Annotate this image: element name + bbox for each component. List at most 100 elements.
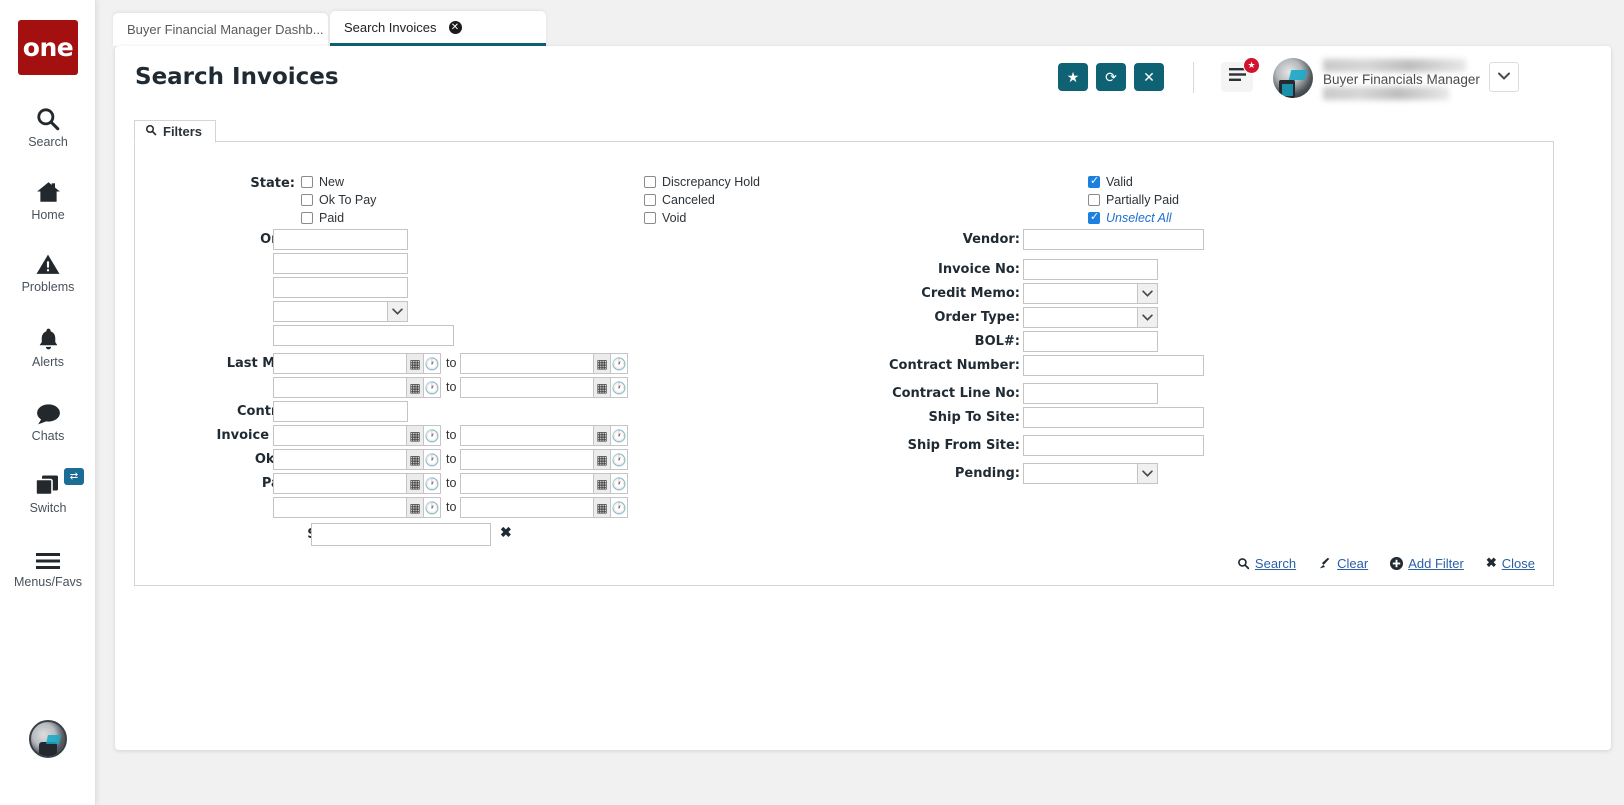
input-last-modified-date-from[interactable] <box>273 353 407 374</box>
input-ok-to-pay-date-to[interactable] <box>460 449 594 470</box>
checkbox-canceled[interactable]: Canceled <box>644 193 715 207</box>
clear-x-icon[interactable]: ✖ <box>500 524 512 541</box>
favorite-button[interactable]: ★ <box>1058 63 1088 91</box>
checkbox-box[interactable] <box>644 176 656 188</box>
app-logo[interactable]: one <box>18 20 78 75</box>
calendar-icon[interactable]: ▦ <box>407 425 424 446</box>
checkbox-new[interactable]: New <box>301 175 344 189</box>
select-order-type[interactable] <box>1023 307 1158 328</box>
clock-icon[interactable]: 🕐 <box>611 377 628 398</box>
calendar-icon[interactable]: ▦ <box>594 449 611 470</box>
input-last-modified-date-to[interactable] <box>460 353 594 374</box>
search-action[interactable]: Search <box>1237 556 1296 571</box>
rail-item-chats[interactable]: Chats <box>0 394 96 443</box>
clear-action[interactable]: Clear <box>1318 556 1368 571</box>
refresh-button[interactable]: ⟳ <box>1096 63 1126 91</box>
rail-item-search[interactable]: Search <box>0 100 96 149</box>
tab-buyer-financial-manager-dashboard[interactable]: Buyer Financial Manager Dashb... ✕ <box>113 13 328 46</box>
checkbox-box[interactable] <box>644 212 656 224</box>
checkbox-valid[interactable]: Valid <box>1088 175 1133 189</box>
clock-icon[interactable]: 🕐 <box>424 449 441 470</box>
clock-icon[interactable]: 🕐 <box>611 425 628 446</box>
unselect-all-toggle[interactable]: Unselect All <box>1088 211 1172 225</box>
checkbox-ok-to-pay[interactable]: Ok To Pay <box>301 193 376 207</box>
input-payment-date-from[interactable] <box>273 473 407 494</box>
rail-item-alerts[interactable]: Alerts <box>0 320 96 369</box>
clock-icon[interactable]: 🕐 <box>611 473 628 494</box>
checkbox-box[interactable] <box>644 194 656 206</box>
checkbox-box[interactable] <box>301 194 313 206</box>
input-order-number[interactable] <box>273 229 408 250</box>
input-invoice-date-from[interactable] <box>273 497 407 518</box>
calendar-icon[interactable]: ▦ <box>594 425 611 446</box>
select-invoice-type[interactable] <box>273 301 408 322</box>
input-due-date-from[interactable] <box>273 377 407 398</box>
calendar-icon[interactable]: ▦ <box>407 353 424 374</box>
tab-close-icon[interactable]: ✕ <box>449 21 462 34</box>
calendar-icon[interactable]: ▦ <box>594 473 611 494</box>
input-contract-number[interactable] <box>1023 355 1204 376</box>
clock-icon[interactable]: 🕐 <box>611 353 628 374</box>
close-button[interactable]: ✕ <box>1134 63 1164 91</box>
input-invoice-no[interactable] <box>1023 259 1158 280</box>
input-invoice-submit-date-from[interactable] <box>273 425 407 446</box>
clock-icon[interactable]: 🕐 <box>611 497 628 518</box>
input-bol-number[interactable] <box>1023 331 1158 352</box>
input-contract-term-no[interactable] <box>273 401 408 422</box>
calendar-icon[interactable]: ▦ <box>407 473 424 494</box>
star-badge-icon[interactable]: ★ <box>1243 57 1260 74</box>
rail-item-home[interactable]: Home <box>0 173 96 222</box>
rail-item-menus-favs[interactable]: Menus/Favs <box>0 540 96 589</box>
clock-icon[interactable]: 🕐 <box>424 377 441 398</box>
user-menu-dropdown[interactable] <box>1489 62 1519 92</box>
rail-item-problems[interactable]: Problems <box>0 245 96 294</box>
clock-icon[interactable]: 🕐 <box>424 497 441 518</box>
calendar-icon[interactable]: ▦ <box>594 497 611 518</box>
select-credit-memo[interactable] <box>1023 283 1158 304</box>
filters-tab[interactable]: Filters <box>134 120 216 143</box>
input-due-date-to[interactable] <box>460 377 594 398</box>
checkbox-paid[interactable]: Paid <box>301 211 344 225</box>
input-voucher-no[interactable] <box>273 253 408 274</box>
input-ship-to-site[interactable] <box>1023 407 1204 428</box>
checkbox-box[interactable] <box>1088 212 1100 224</box>
input-item[interactable] <box>273 325 454 346</box>
checkbox-box[interactable] <box>1088 194 1100 206</box>
add-filter-action[interactable]: Add Filter <box>1390 556 1464 571</box>
calendar-icon[interactable]: ▦ <box>594 377 611 398</box>
swap-arrows-icon[interactable]: ⇄ <box>64 468 84 485</box>
input-ap-code[interactable] <box>273 277 408 298</box>
input-vendor[interactable] <box>1023 229 1204 250</box>
clock-icon[interactable]: 🕐 <box>424 353 441 374</box>
chevron-down-icon[interactable] <box>1137 284 1157 303</box>
close-action[interactable]: ✖ Close <box>1486 555 1535 571</box>
rail-user-avatar[interactable] <box>29 720 67 758</box>
checkbox-box[interactable] <box>1088 176 1100 188</box>
chevron-down-icon[interactable] <box>387 302 407 321</box>
input-invoice-submit-date-to[interactable] <box>460 425 594 446</box>
clock-icon[interactable]: 🕐 <box>424 425 441 446</box>
calendar-icon[interactable]: ▦ <box>594 353 611 374</box>
input-ship-from-site[interactable] <box>1023 435 1204 456</box>
checkbox-box[interactable] <box>301 212 313 224</box>
checkbox-partially-paid[interactable]: Partially Paid <box>1088 193 1179 207</box>
calendar-icon[interactable]: ▦ <box>407 377 424 398</box>
rail-item-switch[interactable]: ⇄ Switch <box>0 466 96 515</box>
select-pending[interactable] <box>1023 463 1158 484</box>
clock-icon[interactable]: 🕐 <box>424 473 441 494</box>
input-contract-line-no[interactable] <box>1023 383 1158 404</box>
calendar-icon[interactable]: ▦ <box>407 449 424 470</box>
checkbox-void[interactable]: Void <box>644 211 686 225</box>
checkbox-box[interactable] <box>301 176 313 188</box>
input-invoice-date-to[interactable] <box>460 497 594 518</box>
clock-icon[interactable]: 🕐 <box>611 449 628 470</box>
tab-search-invoices[interactable]: Search Invoices ✕ <box>330 11 546 46</box>
input-payment-date-to[interactable] <box>460 473 594 494</box>
calendar-icon[interactable]: ▦ <box>407 497 424 518</box>
input-ok-to-pay-date-from[interactable] <box>273 449 407 470</box>
chevron-down-icon[interactable] <box>1137 308 1157 327</box>
user-avatar[interactable] <box>1273 58 1313 98</box>
checkbox-discrepancy-hold[interactable]: Discrepancy Hold <box>644 175 760 189</box>
chevron-down-icon[interactable] <box>1137 464 1157 483</box>
input-shipment-no[interactable] <box>311 523 491 546</box>
